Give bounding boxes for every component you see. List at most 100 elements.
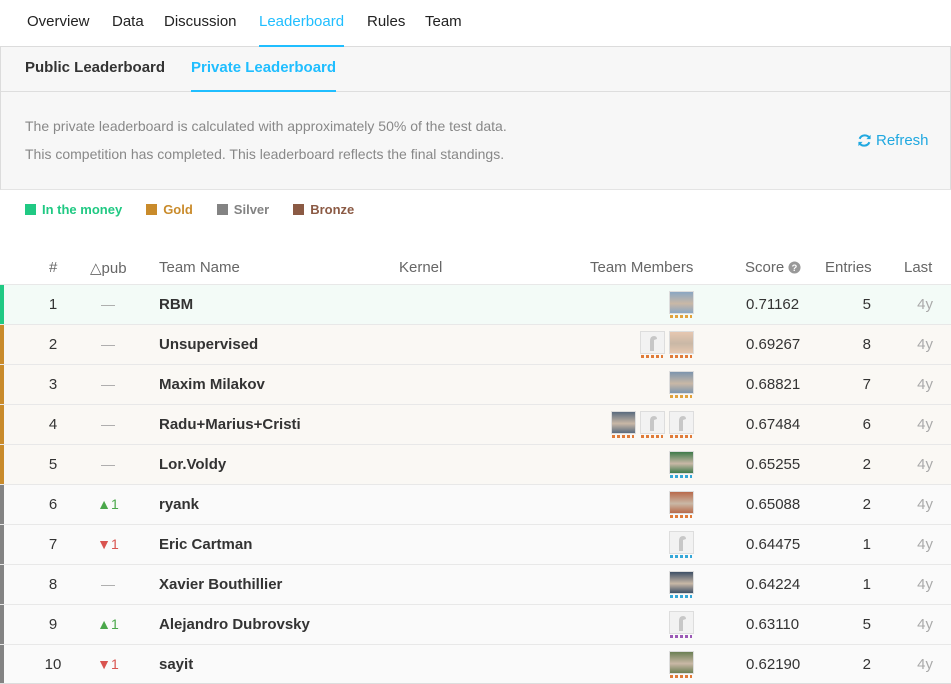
leaderboard-rows: 1— RBM 0.71162 5 4y 2— Unsupervised 0.69267 8 4y 3… [0, 284, 951, 684]
table-row[interactable]: 10 ▼1 sayit 0.62190 2 4y [0, 644, 951, 684]
tier-indicator-bar [0, 565, 4, 605]
table-row[interactable]: 6 ▲1 ryank 0.65088 2 4y [0, 484, 951, 525]
table-row[interactable]: 4 — Radu+Marius+Cristi 0.67484 6 4y [0, 404, 951, 445]
leaderboard-subnav: Public Leaderboard Private Leaderboard [1, 47, 950, 92]
entries-cell: 7 [862, 376, 871, 393]
private-leaderboard-note: The private leaderboard is calculated wi… [25, 118, 507, 134]
tab-data[interactable]: Data [112, 13, 144, 47]
avatar[interactable] [669, 611, 694, 638]
tab-leaderboard[interactable]: Leaderboard [259, 13, 345, 47]
team-members [669, 611, 694, 638]
header-delta-public[interactable]: △pub [90, 259, 127, 277]
tab-private-leaderboard[interactable]: Private Leaderboard [191, 59, 337, 92]
tab-overview[interactable]: Overview [27, 13, 90, 47]
entries-cell: 1 [862, 536, 871, 553]
legend-label-bronze: Bronze [310, 201, 355, 217]
last-submission-cell: 4y [917, 376, 933, 393]
avatar-photo [611, 411, 636, 434]
help-icon[interactable]: ? [788, 261, 801, 274]
avatar[interactable] [669, 531, 694, 558]
tab-team[interactable]: Team [425, 13, 462, 47]
tier-indicator-bar [0, 525, 4, 565]
table-row[interactable]: 5 — Lor.Voldy 0.65255 2 4y [0, 444, 951, 485]
avatar[interactable] [669, 571, 694, 598]
team-name-link[interactable]: sayit [159, 656, 193, 673]
delta-public-cell: ▼1 [97, 536, 119, 552]
table-row[interactable]: 8 — Xavier Bouthillier 0.64224 1 4y [0, 564, 951, 605]
avatar-photo [669, 331, 694, 354]
team-name-link[interactable]: Unsupervised [159, 336, 258, 353]
entries-cell: 5 [862, 616, 871, 633]
rank-cell: 1 [48, 296, 58, 313]
avatar-photo [669, 491, 694, 514]
team-members [611, 411, 694, 438]
header-rank[interactable]: # [49, 259, 57, 276]
tier-dots [670, 515, 692, 518]
entries-cell: 2 [862, 496, 871, 513]
team-name-link[interactable]: Alejandro Dubrovsky [159, 616, 310, 633]
header-entries[interactable]: Entries [825, 259, 872, 276]
tier-dots [670, 315, 692, 318]
table-row[interactable]: 9 ▲1 Alejandro Dubrovsky 0.63110 5 4y [0, 604, 951, 645]
default-avatar-icon [669, 411, 694, 434]
avatar-photo [669, 571, 694, 594]
team-name-link[interactable]: ryank [159, 496, 199, 513]
delta-public-cell: ▼1 [97, 656, 119, 672]
header-kernel[interactable]: Kernel [399, 259, 442, 276]
delta-public-cell: ▲1 [97, 496, 119, 512]
table-row[interactable]: 1 — RBM 0.71162 5 4y [0, 284, 951, 325]
rank-cell: 7 [48, 536, 58, 553]
tab-discussion[interactable]: Discussion [164, 13, 237, 47]
rank-cell: 10 [44, 656, 62, 673]
rank-cell: 5 [48, 456, 58, 473]
score-cell: 0.69267 [746, 336, 801, 353]
team-name-link[interactable]: Radu+Marius+Cristi [159, 416, 301, 433]
header-last[interactable]: Last [904, 259, 932, 276]
avatar[interactable] [669, 331, 694, 358]
table-row[interactable]: 2 — Unsupervised 0.69267 8 4y [0, 324, 951, 365]
team-name-link[interactable]: Lor.Voldy [159, 456, 226, 473]
team-members [669, 491, 694, 518]
table-row[interactable]: 7 ▼1 Eric Cartman 0.64475 1 4y [0, 524, 951, 565]
legend-in-the-money: In the money [25, 201, 122, 217]
avatar[interactable] [611, 411, 636, 438]
tier-dots [670, 475, 692, 478]
team-name-link[interactable]: Xavier Bouthillier [159, 576, 282, 593]
tier-dots [670, 435, 692, 438]
team-name-link[interactable]: RBM [159, 296, 193, 313]
team-name-link[interactable]: Eric Cartman [159, 536, 252, 553]
table-row[interactable]: 3 — Maxim Milakov 0.68821 7 4y [0, 364, 951, 405]
entries-cell: 8 [862, 336, 871, 353]
avatar[interactable] [669, 291, 694, 318]
team-members [669, 531, 694, 558]
tab-rules[interactable]: Rules [367, 13, 405, 47]
team-name-link[interactable]: Maxim Milakov [159, 376, 265, 393]
delta-public-cell: — [101, 416, 115, 432]
avatar[interactable] [669, 651, 694, 678]
tab-public-leaderboard[interactable]: Public Leaderboard [25, 59, 165, 92]
avatar[interactable] [640, 411, 665, 438]
avatar[interactable] [669, 371, 694, 398]
avatar[interactable] [669, 411, 694, 438]
default-avatar-icon [669, 531, 694, 554]
tier-indicator-bar [0, 485, 4, 525]
entries-cell: 5 [862, 296, 871, 313]
score-cell: 0.64475 [746, 536, 801, 553]
score-cell: 0.71162 [746, 296, 800, 313]
tier-dots [670, 395, 692, 398]
refresh-button[interactable]: Refresh [857, 132, 929, 149]
avatar[interactable] [669, 451, 694, 478]
header-score[interactable]: Score ? [745, 259, 801, 276]
avatar[interactable] [669, 491, 694, 518]
avatar[interactable] [640, 331, 665, 358]
tier-indicator-bar [0, 645, 4, 684]
tier-indicator-bar [0, 445, 4, 485]
last-submission-cell: 4y [917, 296, 933, 313]
tier-dots [670, 635, 692, 638]
tier-dots [612, 435, 634, 438]
last-submission-cell: 4y [917, 336, 933, 353]
tier-dots [641, 355, 663, 358]
avatar-photo [669, 651, 694, 674]
header-team-name[interactable]: Team Name [159, 259, 240, 276]
tier-dots [670, 595, 692, 598]
